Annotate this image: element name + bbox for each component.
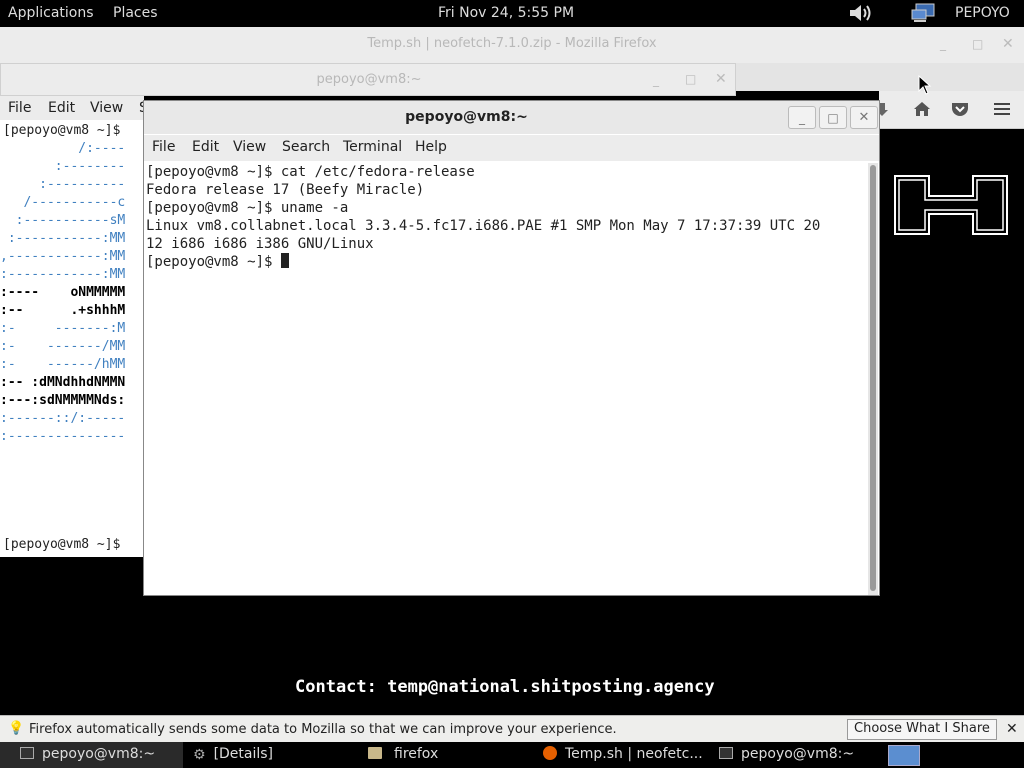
back-terminal-output[interactable]: [pepoyo@vm8 ~]$ /:---- :-------- :------… xyxy=(0,120,144,557)
folder-icon xyxy=(368,747,382,759)
logo-line: /:---- xyxy=(0,141,126,156)
back-terminal-title: pepoyo@vm8:~ xyxy=(316,72,422,87)
logo-line: :---:sdNMMMMNds: xyxy=(0,393,126,408)
terminal-icon xyxy=(20,747,34,759)
logo-line: :-----------:MM xyxy=(0,231,126,246)
menu-search[interactable]: Search xyxy=(282,139,330,155)
download-icon[interactable] xyxy=(876,101,889,121)
logo-line: :-------- xyxy=(0,159,126,174)
taskbar-item-details[interactable]: ⚙ [Details] xyxy=(193,742,363,768)
close-icon[interactable]: ✕ xyxy=(1006,721,1018,737)
taskbar: pepoyo@vm8:~ ⚙ [Details] firefox Temp.sh … xyxy=(0,742,1024,768)
user-menu[interactable]: PEPOYO xyxy=(955,5,1010,21)
firefox-window-title: Temp.sh | neofetch-7.1.0.zip - Mozilla F… xyxy=(367,36,657,51)
gear-icon: ⚙ xyxy=(193,747,206,763)
logo-line: :---------- xyxy=(0,177,126,192)
taskbar-item-terminal-2[interactable]: pepoyo@vm8:~ xyxy=(719,742,884,768)
front-terminal-menubar: File Edit View Search Terminal Help xyxy=(144,135,879,161)
close-icon[interactable]: ✕ xyxy=(715,71,727,87)
terminal-line: Fedora release 17 (Beefy Miracle) xyxy=(146,182,425,198)
maximize-icon[interactable]: □ xyxy=(972,37,983,51)
menu-edit[interactable]: Edit xyxy=(192,139,219,155)
menu-file[interactable]: File xyxy=(8,100,31,116)
menu-view[interactable]: View xyxy=(233,139,266,155)
front-terminal-window[interactable]: pepoyo@vm8:~ _ □ ✕ File Edit View Search… xyxy=(143,100,880,596)
maximize-icon[interactable]: □ xyxy=(685,72,696,86)
taskbar-item-terminal[interactable]: pepoyo@vm8:~ xyxy=(0,742,183,768)
menu-edit[interactable]: Edit xyxy=(48,100,75,116)
notification-bar: 💡 Firefox automatically sends some data … xyxy=(0,715,1024,742)
mouse-pointer-icon xyxy=(918,74,932,99)
logo-line: ,------------:MM xyxy=(0,249,126,264)
logo-line: :-- .+shhhM xyxy=(0,303,126,318)
network-icon[interactable] xyxy=(910,2,936,28)
top-panel: Applications Places Fri Nov 24, 5:55 PM … xyxy=(0,0,1024,27)
logo-line: :- -------:M xyxy=(0,321,126,336)
firefox-titlebar[interactable]: Temp.sh | neofetch-7.1.0.zip - Mozilla F… xyxy=(0,27,1024,63)
logo-line: :------::/:----- xyxy=(0,411,126,426)
hamburger-menu-icon[interactable] xyxy=(993,101,1011,121)
firefox-navbar xyxy=(876,91,1024,129)
taskbar-item-label: firefox xyxy=(394,746,439,762)
menu-help[interactable]: Help xyxy=(415,139,447,155)
terminal-line: [pepoyo@vm8 ~]$ cat /etc/fedora-release xyxy=(146,164,475,180)
scrollbar[interactable] xyxy=(868,163,878,595)
front-terminal-titlebar[interactable]: pepoyo@vm8:~ _ □ ✕ xyxy=(144,101,879,134)
minimize-icon[interactable]: _ xyxy=(653,73,659,87)
logo-line: :- -------/MM xyxy=(0,339,126,354)
volume-icon[interactable] xyxy=(848,2,874,28)
logo-line: :-----------sM xyxy=(0,213,126,228)
back-terminal-menubar: File Edit View S xyxy=(0,96,148,120)
terminal-prompt-line: [pepoyo@vm8 ~]$ xyxy=(146,253,866,271)
site-logo-icon xyxy=(893,174,1009,240)
workspace-switcher[interactable] xyxy=(888,745,920,766)
clock[interactable]: Fri Nov 24, 5:55 PM xyxy=(438,5,574,21)
logo-line: /-----------c xyxy=(0,195,126,210)
terminal-line: Linux vm8.collabnet.local 3.3.4-5.fc17.i… xyxy=(146,218,821,234)
choose-what-i-share-button[interactable]: Choose What I Share xyxy=(847,719,997,740)
text-cursor xyxy=(280,253,289,268)
logo-line: :--------------- xyxy=(0,429,126,444)
menu-file[interactable]: File xyxy=(152,139,175,155)
home-icon[interactable] xyxy=(913,101,931,121)
terminal-line: [pepoyo@vm8 ~]$ uname -a xyxy=(146,200,349,216)
applications-menu[interactable]: Applications xyxy=(8,5,94,21)
taskbar-item-label: pepoyo@vm8:~ xyxy=(741,746,855,762)
taskbar-item-firefox-folder[interactable]: firefox xyxy=(368,742,538,768)
firefox-page-bottom xyxy=(0,595,1024,715)
taskbar-item-label: Temp.sh | neofetc... xyxy=(565,746,703,762)
logo-line: :-- :dMNdhhdNMMN xyxy=(0,375,126,390)
back-terminal-titlebar[interactable]: pepoyo@vm8:~ _ □ ✕ xyxy=(0,63,736,96)
places-menu[interactable]: Places xyxy=(113,5,158,21)
minimize-icon[interactable]: _ xyxy=(940,37,946,51)
taskbar-item-firefox[interactable]: Temp.sh | neofetc... xyxy=(543,742,713,768)
taskbar-item-label: [Details] xyxy=(213,746,274,762)
terminal-prompt: [pepoyo@vm8 ~]$ xyxy=(3,123,121,138)
close-icon[interactable]: ✕ xyxy=(850,106,878,129)
logo-line: :- ------/hMM xyxy=(0,357,126,372)
pocket-icon[interactable] xyxy=(951,101,969,121)
logo-line: :---- oNMMMMM xyxy=(0,285,126,300)
terminal-line: 12 i686 i686 i386 GNU/Linux xyxy=(146,236,374,252)
front-terminal-title: pepoyo@vm8:~ xyxy=(405,109,528,125)
firefox-icon xyxy=(543,746,557,760)
scrollbar-thumb[interactable] xyxy=(870,165,876,591)
terminal-prompt: [pepoyo@vm8 ~]$ xyxy=(3,537,121,552)
firefox-tab-strip xyxy=(736,63,1024,91)
logo-line: :------------:MM xyxy=(0,267,126,282)
notification-text: Firefox automatically sends some data to… xyxy=(29,722,617,737)
front-terminal-output[interactable]: [pepoyo@vm8 ~]$ cat /etc/fedora-release … xyxy=(146,163,866,593)
terminal-prompt: [pepoyo@vm8 ~]$ xyxy=(146,254,281,270)
lightbulb-icon: 💡 xyxy=(8,721,25,736)
taskbar-item-label: pepoyo@vm8:~ xyxy=(42,746,156,762)
close-icon[interactable]: ✕ xyxy=(1002,36,1014,52)
menu-view[interactable]: View xyxy=(90,100,123,116)
menu-terminal[interactable]: Terminal xyxy=(343,139,402,155)
maximize-icon[interactable]: □ xyxy=(819,106,847,129)
terminal-icon xyxy=(719,747,733,759)
minimize-icon[interactable]: _ xyxy=(788,106,816,129)
contact-text: Contact: temp@national.shitposting.agenc… xyxy=(295,677,715,697)
